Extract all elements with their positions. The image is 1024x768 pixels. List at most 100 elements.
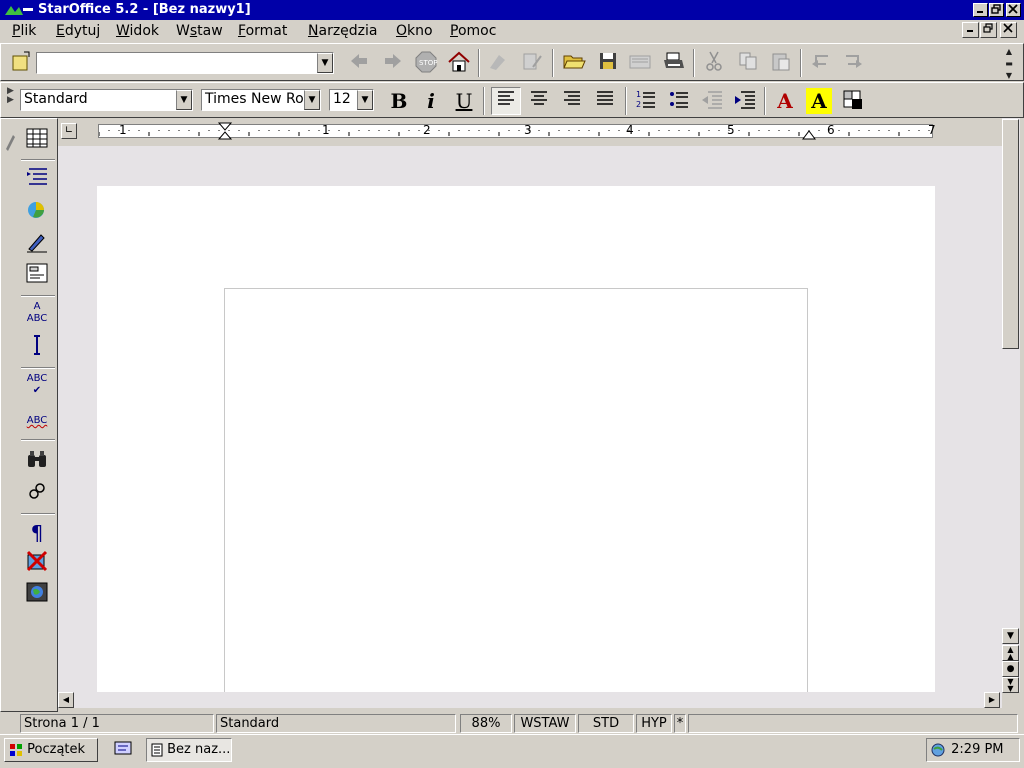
doc-restore-button[interactable]: [980, 22, 997, 38]
font-size-combo[interactable]: 12 ▼: [329, 89, 374, 111]
justify-icon[interactable]: [592, 88, 618, 114]
find-binoculars-icon[interactable]: [23, 447, 51, 475]
close-button[interactable]: [1006, 3, 1021, 17]
maximize-button[interactable]: [989, 3, 1004, 17]
menu-wstaw[interactable]: Wstaw: [176, 23, 223, 39]
navigation-icon[interactable]: ●: [1002, 661, 1019, 677]
text-cursor-icon[interactable]: [23, 333, 51, 361]
edit-autotext-icon[interactable]: A ABC: [23, 301, 51, 329]
save-icon[interactable]: [595, 50, 621, 76]
horizontal-scrollbar[interactable]: ◀ ▶: [58, 692, 1002, 708]
draw-functions-icon[interactable]: [23, 229, 51, 257]
scroll-left-icon[interactable]: ◀: [58, 692, 74, 708]
vertical-scrollbar[interactable]: ▼ ▲ ▲ ● ▼ ▼: [1002, 118, 1020, 693]
start-button[interactable]: Początek: [4, 738, 98, 762]
edit-document-icon[interactable]: [519, 50, 545, 76]
back-arrow-icon[interactable]: [346, 50, 372, 76]
toolbar-scroll-handle[interactable]: ▲ ▬ ▼: [1000, 46, 1018, 80]
online-layout-icon[interactable]: [23, 581, 51, 609]
horizontal-ruler[interactable]: ∟ 1 1 2 3 4 5 6 7: [58, 118, 1002, 146]
previous-page-icon[interactable]: ▲ ▲: [1002, 645, 1019, 661]
network-icon[interactable]: [931, 743, 947, 757]
clock[interactable]: 2:29 PM: [951, 742, 1003, 757]
text-area[interactable]: [224, 288, 808, 692]
numbering-icon[interactable]: 12: [633, 88, 659, 114]
document-workspace[interactable]: [58, 146, 1002, 692]
bullets-icon[interactable]: [666, 88, 692, 114]
auto-spellcheck-icon[interactable]: ABC: [23, 407, 51, 435]
cut-icon[interactable]: [701, 50, 727, 76]
ruler-number: 2: [423, 123, 431, 137]
menu-format[interactable]: Format: [238, 23, 287, 39]
right-indent-marker-icon[interactable]: [802, 128, 816, 144]
undo-icon[interactable]: [807, 50, 833, 76]
menu-plik[interactable]: Plik: [12, 23, 36, 39]
toolbar-arrow-icon[interactable]: ▶ ▶: [7, 87, 15, 115]
title-bar[interactable]: StarOffice 5.2 - [Bez nazwy1]: [0, 0, 1024, 20]
font-size-dropdown-icon[interactable]: ▼: [357, 90, 373, 110]
open-folder-icon[interactable]: [561, 50, 587, 76]
forward-arrow-icon[interactable]: [380, 50, 406, 76]
data-sources-icon[interactable]: [23, 479, 51, 507]
scroll-right-icon[interactable]: ▶: [984, 692, 1000, 708]
minimize-button[interactable]: [973, 3, 988, 17]
redo-icon[interactable]: [841, 50, 867, 76]
align-left-icon[interactable]: [491, 87, 521, 115]
menu-okno[interactable]: Okno: [396, 23, 433, 39]
spellcheck-icon[interactable]: ABC ✔: [23, 373, 51, 401]
menu-widok[interactable]: Widok: [116, 23, 159, 39]
insert-fields-icon[interactable]: [23, 165, 51, 193]
insert-chart-icon[interactable]: [23, 197, 51, 225]
left-indent-marker-icon[interactable]: [217, 122, 233, 144]
graphics-off-icon[interactable]: [23, 549, 51, 577]
edit-mode-icon[interactable]: [627, 50, 653, 76]
font-name-combo[interactable]: Times New Ror ▼: [201, 89, 321, 111]
align-center-icon[interactable]: [526, 88, 552, 114]
scroll-down-icon[interactable]: ▼: [1002, 628, 1019, 644]
print-icon[interactable]: [661, 50, 687, 76]
increase-indent-icon[interactable]: [732, 88, 758, 114]
copy-icon[interactable]: [735, 50, 761, 76]
url-dropdown-icon[interactable]: ▼: [317, 53, 333, 73]
form-functions-icon[interactable]: [23, 261, 51, 289]
underline-button[interactable]: U: [451, 88, 477, 114]
bold-button[interactable]: B: [386, 88, 412, 114]
status-selection-mode[interactable]: STD: [578, 714, 634, 733]
font-name-dropdown-icon[interactable]: ▼: [304, 90, 320, 110]
menu-narzedzia[interactable]: Narzędzia: [308, 23, 378, 39]
new-document-icon[interactable]: [8, 50, 34, 76]
nonprinting-chars-icon[interactable]: ¶: [23, 519, 51, 547]
font-color-icon[interactable]: A: [772, 88, 798, 114]
taskbar-window-button[interactable]: Bez naz...: [146, 738, 232, 762]
document-page[interactable]: [97, 186, 935, 692]
url-combo[interactable]: ▼: [36, 52, 334, 74]
font-name-value: Times New Ror: [205, 91, 310, 107]
status-zoom[interactable]: 88%: [460, 714, 512, 733]
toolbar-separator: [800, 49, 802, 77]
tab-stop-selector-icon[interactable]: ∟: [61, 123, 77, 139]
decrease-indent-icon[interactable]: [699, 88, 725, 114]
status-insert-mode[interactable]: WSTAW: [514, 714, 576, 733]
menu-edytuj[interactable]: Edytuj: [56, 23, 100, 39]
home-icon[interactable]: [446, 50, 472, 76]
insert-table-icon[interactable]: [23, 126, 51, 154]
highlight-icon[interactable]: A: [806, 88, 832, 114]
menu-pomoc-label: Pomoc: [450, 23, 497, 39]
stop-icon[interactable]: STOP: [413, 50, 439, 76]
paragraph-style-dropdown-icon[interactable]: ▼: [176, 90, 192, 110]
toolbar-pen-icon[interactable]: [3, 125, 17, 155]
quick-launch-icon[interactable]: [108, 738, 136, 762]
staroffice-app-icon[interactable]: [3, 3, 35, 17]
doc-minimize-button[interactable]: [962, 22, 979, 38]
edit-file-icon[interactable]: [485, 50, 511, 76]
paragraph-style-combo[interactable]: Standard ▼: [20, 89, 193, 111]
doc-close-button[interactable]: [1000, 22, 1017, 38]
paste-icon[interactable]: [768, 50, 794, 76]
background-color-icon[interactable]: [840, 88, 866, 114]
vertical-scroll-thumb[interactable]: [1002, 119, 1019, 349]
italic-button[interactable]: i: [418, 88, 444, 114]
align-right-icon[interactable]: [559, 88, 585, 114]
menu-pomoc[interactable]: Pomoc: [450, 23, 496, 39]
status-hyperlink-mode[interactable]: HYP: [636, 714, 672, 733]
next-page-icon[interactable]: ▼ ▼: [1002, 677, 1019, 693]
